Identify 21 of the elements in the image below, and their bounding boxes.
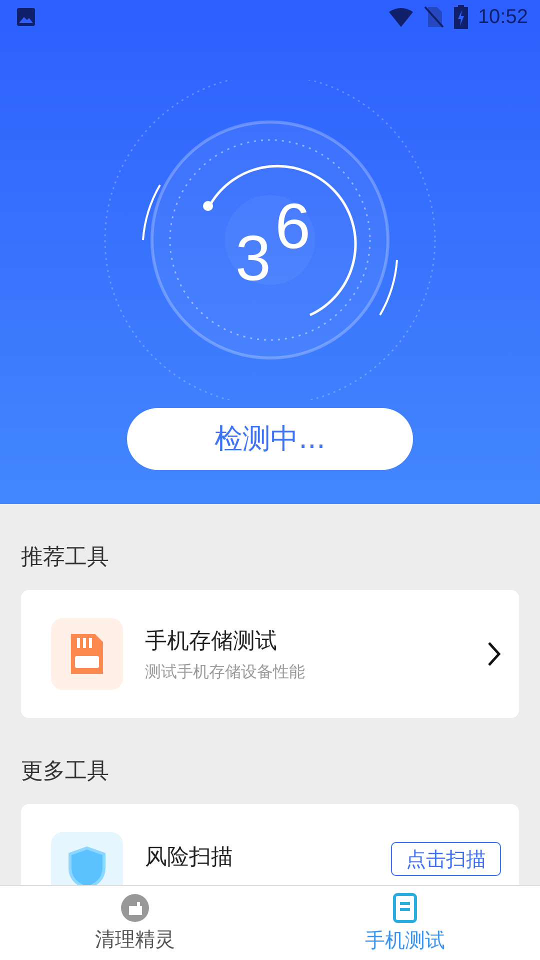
nav-tab[interactable]: 清理精灵 (0, 886, 270, 960)
section-title: 更多工具 (21, 758, 110, 786)
tool-title: 手机存储测试 (145, 628, 278, 656)
document-icon (393, 892, 417, 922)
shield-icon (51, 832, 123, 885)
score-digit: 3 (235, 226, 271, 290)
status-time: 10:52 (478, 6, 528, 28)
tool-title: 风险扫描 (145, 844, 234, 872)
no-sim-icon (424, 6, 444, 28)
scan-button[interactable]: 检测中... (127, 408, 413, 470)
wifi-icon (388, 7, 414, 27)
tool-card[interactable]: 手机存储测试 测试手机存储设备性能 (21, 590, 519, 718)
chevron-icon (487, 641, 501, 667)
scan-action-button[interactable]: 点击扫描 (391, 842, 501, 876)
section-title: 推荐工具 (21, 544, 110, 572)
image-icon (16, 7, 36, 27)
sd-card-icon (51, 618, 123, 690)
nav-tab[interactable]: 手机测试 (270, 886, 540, 960)
battery-icon (454, 5, 468, 29)
tool-subtitle: 测试手机存储设备性能 (145, 662, 306, 682)
score-digit: 6 (275, 194, 311, 258)
